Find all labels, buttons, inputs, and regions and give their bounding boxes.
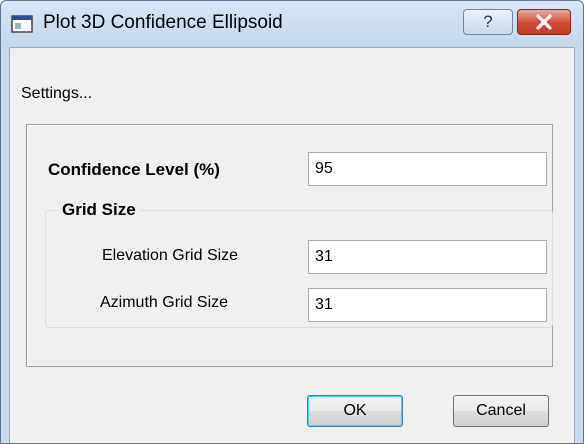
title-bar[interactable]: Plot 3D Confidence Ellipsoid ? [1, 1, 583, 47]
cancel-button[interactable]: Cancel [453, 395, 549, 427]
ok-button[interactable]: OK [307, 395, 403, 427]
grid-size-title: Grid Size [58, 200, 140, 220]
azimuth-grid-size-input[interactable]: 31 [308, 288, 547, 322]
app-window-icon [11, 15, 33, 33]
confidence-level-input[interactable]: 95 [308, 152, 547, 186]
cancel-button-label: Cancel [476, 402, 526, 419]
close-button[interactable] [517, 9, 571, 35]
help-button-label: ? [483, 12, 493, 31]
ok-button-label: OK [343, 402, 367, 419]
azimuth-grid-size-label: Azimuth Grid Size [100, 294, 229, 311]
confidence-level-label: Confidence Level (%) [48, 160, 220, 179]
elevation-grid-size-input[interactable]: 31 [308, 240, 547, 274]
elevation-grid-size-label: Elevation Grid Size [102, 247, 239, 264]
settings-label: Settings... [21, 85, 93, 102]
help-button[interactable]: ? [463, 9, 513, 35]
window-title: Plot 3D Confidence Ellipsoid [43, 12, 283, 33]
close-icon [536, 14, 552, 30]
